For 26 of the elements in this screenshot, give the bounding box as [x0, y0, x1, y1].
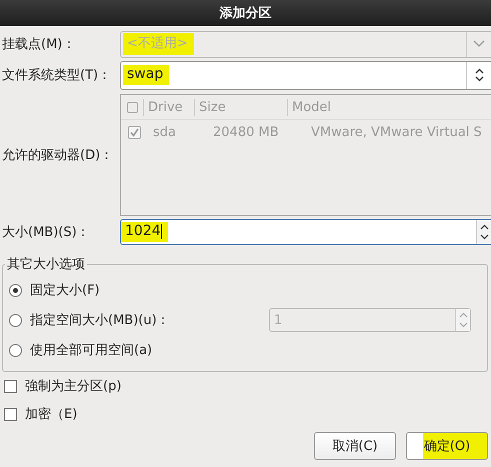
field-label: 大小(MB)(S)： [1, 224, 91, 241]
radio-label[interactable]: 固定大小(F) [30, 281, 100, 299]
radio-button[interactable] [9, 284, 22, 296]
group-title: 其它大小选项 [6, 256, 86, 273]
field-label: 文件系统类型(T)： [1, 67, 112, 84]
dialog-button[interactable]: 取消(C) [314, 432, 396, 460]
dialog-button[interactable]: 确定(O) [406, 432, 488, 460]
field-label: 允许的驱动器(D)： [1, 147, 114, 164]
up-down-icon [474, 68, 484, 82]
chevron-down-icon [473, 40, 485, 48]
checkbox-label[interactable]: 加密（E) [25, 405, 78, 423]
checkbox[interactable] [4, 380, 17, 392]
table-cell-text: 20480 MB [212, 124, 280, 140]
filesystem-combo[interactable]: swap [120, 60, 491, 90]
size-spin-field[interactable]: 1024 [120, 219, 491, 245]
table-cell-text: sda [152, 124, 177, 140]
checkbox[interactable] [4, 408, 17, 420]
radio-label[interactable]: 指定空间大小(MB)(u)： [30, 311, 170, 329]
radio-button[interactable] [9, 344, 22, 356]
radio-button[interactable] [9, 314, 22, 326]
spin-arrows-icon[interactable] [480, 223, 488, 241]
radio-label[interactable]: 使用全部可用空间(a) [30, 341, 152, 359]
checkbox-label[interactable]: 強制为主分区(p) [25, 377, 122, 395]
field-label: 挂载点(M)： [1, 36, 76, 53]
table-cell-text: VMware, VMware Virtual S [310, 124, 483, 140]
window-title: 添加分区 [220, 5, 272, 22]
